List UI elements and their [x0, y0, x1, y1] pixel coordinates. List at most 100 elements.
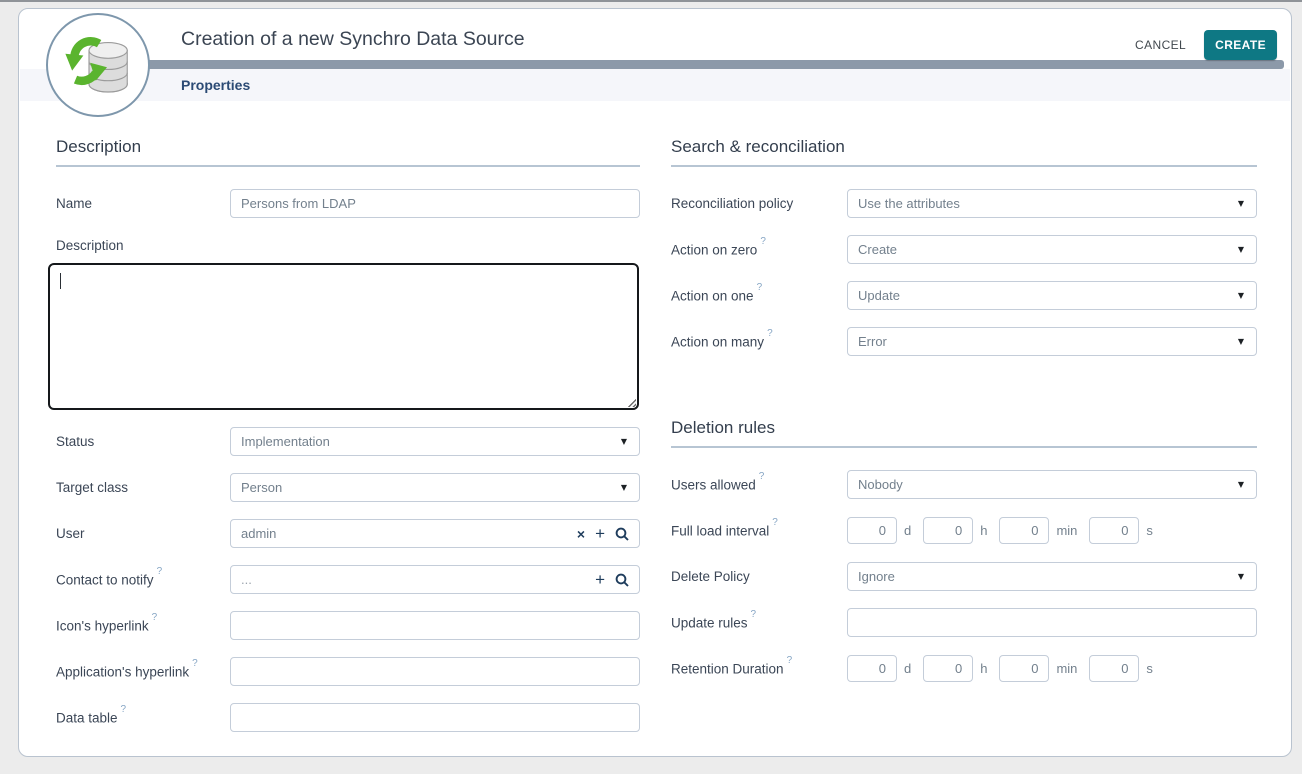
unit-hours: h	[980, 661, 987, 676]
clear-icon[interactable]: ×	[577, 527, 585, 541]
field-row-data-table: Data table?	[56, 703, 640, 732]
full-load-interval-seconds-input[interactable]	[1089, 517, 1139, 544]
chevron-down-icon: ▼	[621, 437, 627, 446]
header-divider-bar	[58, 60, 1284, 69]
field-row-action-on-zero: Action on zero? Create ▼	[671, 235, 1257, 264]
action-on-many-label: Action on many	[671, 335, 764, 350]
action-on-zero-select[interactable]: Create ▼	[847, 235, 1257, 264]
full-load-interval-minutes-input[interactable]	[999, 517, 1049, 544]
description-textarea[interactable]	[48, 263, 639, 410]
action-on-many-select[interactable]: Error ▼	[847, 327, 1257, 356]
field-row-retention-duration: Retention Duration? d h min s	[671, 654, 1257, 683]
help-marker: ?	[751, 609, 757, 620]
field-row-contact-to-notify: Contact to notify? +	[56, 565, 640, 594]
status-label: Status	[56, 434, 94, 449]
chevron-down-icon: ▼	[1238, 245, 1244, 254]
description-section-title: Description	[56, 137, 640, 157]
full-load-interval-hours-input[interactable]	[923, 517, 973, 544]
section-underline	[671, 446, 1257, 448]
cancel-button[interactable]: CANCEL	[1133, 34, 1188, 56]
header-actions: CANCEL CREATE	[1133, 30, 1277, 60]
chevron-down-icon: ▼	[1238, 572, 1244, 581]
retention-duration-seconds-input[interactable]	[1089, 655, 1139, 682]
reconciliation-policy-label: Reconciliation policy	[671, 196, 793, 211]
chevron-down-icon: ▼	[1238, 480, 1244, 489]
retention-duration-minutes-input[interactable]	[999, 655, 1049, 682]
chevron-down-icon: ▼	[1238, 291, 1244, 300]
section-underline	[56, 165, 640, 167]
help-marker: ?	[772, 517, 778, 528]
sync-database-glyph	[62, 29, 134, 101]
data-table-input[interactable]	[230, 703, 640, 732]
retention-duration-label: Retention Duration	[671, 662, 784, 677]
field-row-name: Name	[56, 189, 640, 218]
retention-duration-days-input[interactable]	[847, 655, 897, 682]
window-top-edge	[0, 0, 1302, 2]
deletion-rules-section-title: Deletion rules	[671, 418, 1257, 438]
delete-policy-select[interactable]: Ignore ▼	[847, 562, 1257, 591]
form-content: Description Name Description Status	[20, 101, 1290, 755]
name-input[interactable]	[230, 189, 640, 218]
icons-hyperlink-input[interactable]	[230, 611, 640, 640]
section-underline	[671, 165, 1257, 167]
field-row-user: User × +	[56, 519, 640, 548]
user-label: User	[56, 526, 85, 541]
help-marker: ?	[121, 704, 127, 715]
contact-to-notify-label: Contact to notify	[56, 573, 154, 588]
add-icon[interactable]: +	[595, 525, 605, 542]
field-row-action-on-one: Action on one? Update ▼	[671, 281, 1257, 310]
action-on-zero-label: Action on zero	[671, 243, 757, 258]
tab-properties[interactable]: Properties	[181, 77, 250, 93]
action-on-one-label: Action on one	[671, 289, 754, 304]
synchro-datasource-creation-window: Creation of a new Synchro Data Source CA…	[18, 8, 1292, 757]
unit-seconds: s	[1146, 661, 1153, 676]
field-row-update-rules: Update rules?	[671, 608, 1257, 637]
chevron-down-icon: ▼	[1238, 337, 1244, 346]
chevron-down-icon: ▼	[621, 483, 627, 492]
retention-duration-duration: d h min s	[847, 655, 1257, 682]
section-search-and-deletion: Search & reconciliation Reconciliation p…	[671, 137, 1257, 755]
field-row-status: Status Implementation ▼	[56, 427, 640, 456]
unit-seconds: s	[1146, 523, 1153, 538]
reconciliation-policy-select[interactable]: Use the attributes ▼	[847, 189, 1257, 218]
description-field	[48, 263, 639, 410]
field-row-users-allowed: Users allowed? Nobody ▼	[671, 470, 1257, 499]
field-row-target-class: Target class Person ▼	[56, 473, 640, 502]
users-allowed-select[interactable]: Nobody ▼	[847, 470, 1257, 499]
status-select[interactable]: Implementation ▼	[230, 427, 640, 456]
description-label: Description	[56, 238, 124, 253]
full-load-interval-duration: d h min s	[847, 517, 1257, 544]
update-rules-input[interactable]	[847, 608, 1257, 637]
action-on-one-select[interactable]: Update ▼	[847, 281, 1257, 310]
tab-bar: Properties	[20, 69, 1290, 101]
applications-hyperlink-input[interactable]	[230, 657, 640, 686]
help-marker: ?	[152, 612, 158, 623]
field-row-icons-hyperlink: Icon's hyperlink?	[56, 611, 640, 640]
text-cursor	[60, 273, 61, 289]
search-icon[interactable]	[615, 573, 629, 587]
search-icon[interactable]	[615, 527, 629, 541]
icons-hyperlink-label: Icon's hyperlink	[56, 619, 149, 634]
contact-to-notify-input[interactable]	[241, 572, 585, 587]
add-icon[interactable]: +	[595, 571, 605, 588]
unit-minutes: min	[1056, 661, 1077, 676]
user-input[interactable]	[241, 526, 567, 541]
retention-duration-hours-input[interactable]	[923, 655, 973, 682]
update-rules-label: Update rules	[671, 616, 748, 631]
target-class-select[interactable]: Person ▼	[230, 473, 640, 502]
full-load-interval-days-input[interactable]	[847, 517, 897, 544]
help-marker: ?	[767, 328, 773, 339]
search-reconciliation-section-title: Search & reconciliation	[671, 137, 1257, 157]
section-description: Description Name Description Status	[56, 137, 640, 755]
field-row-applications-hyperlink: Application's hyperlink?	[56, 657, 640, 686]
users-allowed-label: Users allowed	[671, 478, 756, 493]
unit-hours: h	[980, 523, 987, 538]
applications-hyperlink-label: Application's hyperlink	[56, 665, 189, 680]
help-marker: ?	[787, 655, 793, 666]
help-marker: ?	[759, 471, 765, 482]
field-row-full-load-interval: Full load interval? d h min s	[671, 516, 1257, 545]
create-button[interactable]: CREATE	[1204, 30, 1277, 60]
field-row-reconciliation-policy: Reconciliation policy Use the attributes…	[671, 189, 1257, 218]
unit-minutes: min	[1056, 523, 1077, 538]
help-marker: ?	[157, 566, 163, 577]
